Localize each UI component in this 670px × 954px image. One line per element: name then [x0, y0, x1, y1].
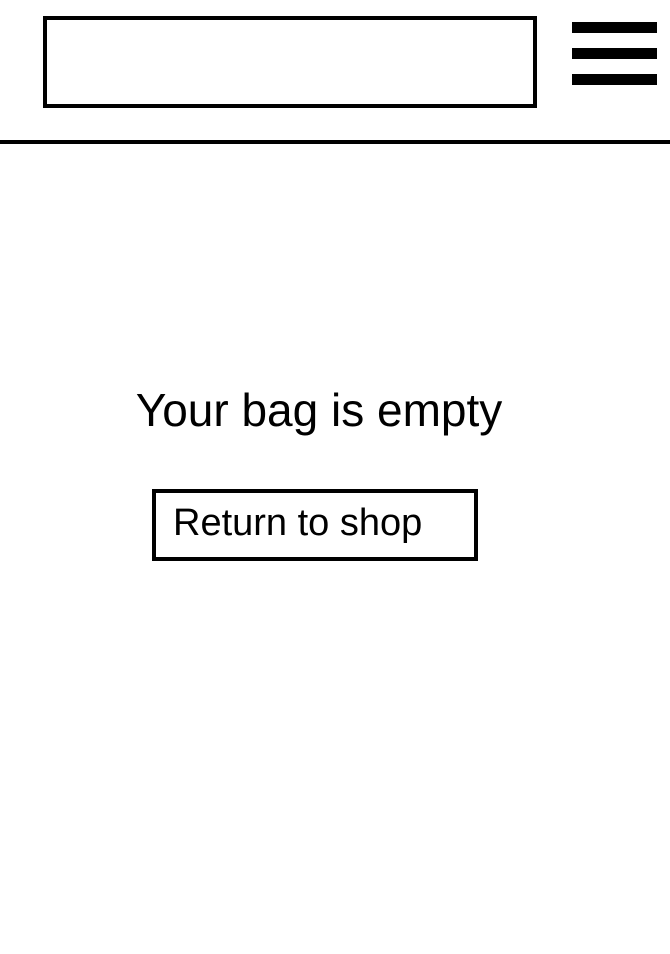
menu-bar — [572, 74, 657, 85]
menu-bar — [572, 48, 657, 59]
header-divider — [0, 140, 670, 144]
return-to-shop-label: Return to shop — [173, 502, 423, 544]
empty-bag-message: Your bag is empty — [135, 384, 503, 436]
hamburger-menu-icon[interactable] — [572, 22, 657, 88]
logo-placeholder[interactable] — [43, 16, 537, 108]
return-to-shop-button[interactable]: Return to shop — [152, 489, 478, 561]
menu-bar — [572, 22, 657, 33]
